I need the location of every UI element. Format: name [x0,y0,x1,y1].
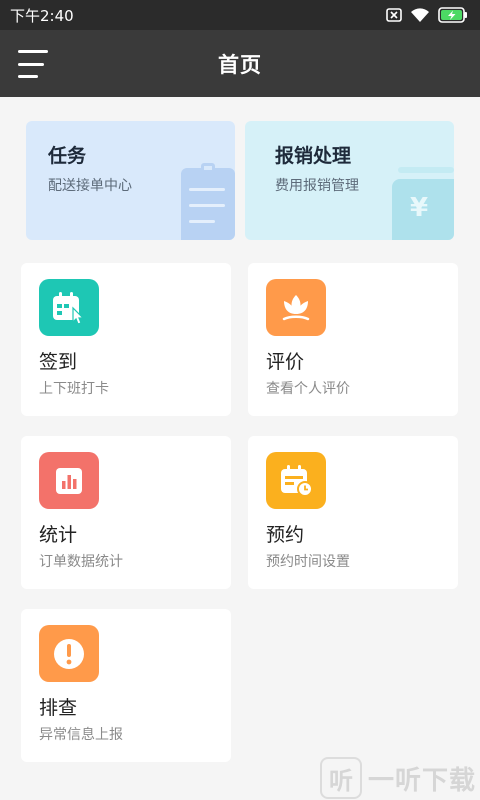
task-card-subtitle: 配送接单中心 [48,178,132,194]
app-header: 首页 [0,30,480,97]
stats-subtitle: 订单数据统计 [39,554,123,570]
inspection-card[interactable]: 排查 异常信息上报 [21,609,231,762]
signin-subtitle: 上下班打卡 [39,381,109,397]
clipboard-icon [181,163,235,240]
wallet-yen-icon: ¥ [392,167,454,240]
review-subtitle: 查看个人评价 [266,381,350,397]
watermark: 听 一听下载 [320,756,480,800]
review-title: 评价 [266,351,305,373]
review-card[interactable]: 评价 查看个人评价 [248,263,458,416]
booking-card[interactable]: 预约 预约时间设置 [248,436,458,589]
stats-card[interactable]: 统计 订单数据统计 [21,436,231,589]
inspection-subtitle: 异常信息上报 [39,727,123,743]
signin-title: 签到 [39,351,78,373]
reimbursement-card[interactable]: 报销处理 费用报销管理 ¥ [245,121,454,240]
sim-off-icon [386,8,402,22]
calendar-clock-icon [266,452,326,509]
task-card[interactable]: 任务 配送接单中心 [26,121,235,240]
inspection-title: 排查 [39,697,78,719]
status-icons [386,7,468,23]
battery-charging-icon [438,7,468,23]
status-time: 下午2:40 [10,6,74,25]
booking-title: 预约 [266,524,305,546]
reimbursement-card-subtitle: 费用报销管理 [275,178,359,194]
signin-card[interactable]: 签到 上下班打卡 [21,263,231,416]
watermark-text: 一听下载 [368,765,477,796]
status-bar: 下午2:40 [0,0,480,30]
page-title: 首页 [218,52,262,77]
reimbursement-card-title: 报销处理 [275,145,352,167]
flower-icon [266,279,326,336]
wifi-icon [410,7,430,23]
stats-title: 统计 [39,524,78,546]
calendar-tap-icon [39,279,99,336]
hamburger-menu-icon[interactable] [18,50,50,78]
bar-chart-icon [39,452,99,509]
task-card-title: 任务 [48,145,87,167]
alert-icon [39,625,99,682]
booking-subtitle: 预约时间设置 [266,554,350,570]
watermark-logo: 听 [320,757,362,799]
